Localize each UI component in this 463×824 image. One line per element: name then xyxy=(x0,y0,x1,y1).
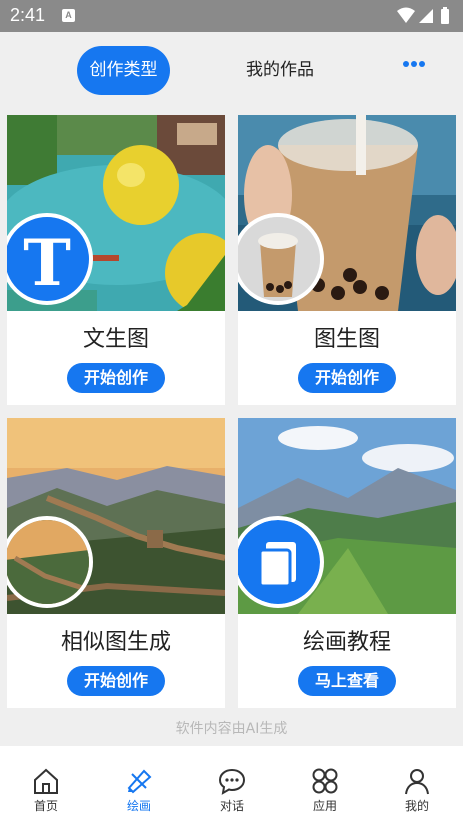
view-now-button[interactable]: 马上查看 xyxy=(298,666,396,696)
nav-item-profile[interactable]: 我的 xyxy=(371,746,463,824)
chat-icon xyxy=(218,768,246,795)
nav-item-chat[interactable]: 对话 xyxy=(186,746,278,824)
wifi-icon xyxy=(397,7,415,23)
nav-item-paint[interactable]: 绘画 xyxy=(93,746,185,824)
start-create-button[interactable]: 开始创作 xyxy=(67,363,165,393)
nav-label: 应用 xyxy=(312,799,337,813)
signal-icon xyxy=(419,9,433,23)
ai-disclaimer: 软件内容由AI生成 xyxy=(175,721,288,737)
card-title: 绘画教程 xyxy=(302,630,391,655)
nav-label: 我的 xyxy=(404,799,429,813)
top-tabs: 创作类型 我的作品 xyxy=(0,32,463,112)
book-icon xyxy=(238,520,320,604)
nav-item-home[interactable]: 首页 xyxy=(0,746,92,824)
status-icons xyxy=(397,7,449,24)
card-painting-tutorial[interactable]: 绘画教程 马上查看 xyxy=(238,418,456,708)
notification-icon: A xyxy=(62,9,75,22)
great-wall-thumb xyxy=(7,520,89,604)
paint-icon xyxy=(127,769,152,794)
start-create-button[interactable]: 开始创作 xyxy=(298,363,396,393)
battery-icon xyxy=(441,9,449,24)
bubble-tea-thumb xyxy=(238,217,320,301)
card-title: 相似图生成 xyxy=(60,630,171,655)
status-time: 2:41 xyxy=(10,5,46,25)
start-create-button[interactable]: 开始创作 xyxy=(67,666,165,696)
apps-icon xyxy=(312,768,338,794)
card-text-to-image[interactable]: T 文生图 开始创作 xyxy=(7,115,225,405)
tab-creation-types[interactable]: 创作类型 xyxy=(77,46,170,95)
status-bar: 2:41 A xyxy=(0,0,463,32)
home-icon xyxy=(34,768,58,794)
nav-label: 首页 xyxy=(33,799,58,813)
card-title: 文生图 xyxy=(82,327,149,352)
nav-label: 对话 xyxy=(219,799,244,813)
nav-label: 绘画 xyxy=(126,799,151,813)
profile-icon xyxy=(405,769,429,795)
card-image-to-image[interactable]: 图生图 开始创作 xyxy=(238,115,456,405)
t-letter-icon: T xyxy=(23,226,71,301)
tab-my-works[interactable]: 我的作品 xyxy=(230,46,330,95)
bottom-nav: 首页 绘画 对话 应用 我的 xyxy=(0,746,463,824)
more-icon[interactable] xyxy=(398,54,430,74)
badge-letter: T xyxy=(23,226,71,301)
nav-item-apps[interactable]: 应用 xyxy=(279,746,371,824)
card-title: 图生图 xyxy=(313,327,380,352)
card-similar-image[interactable]: 相似图生成 开始创作 xyxy=(7,418,225,708)
